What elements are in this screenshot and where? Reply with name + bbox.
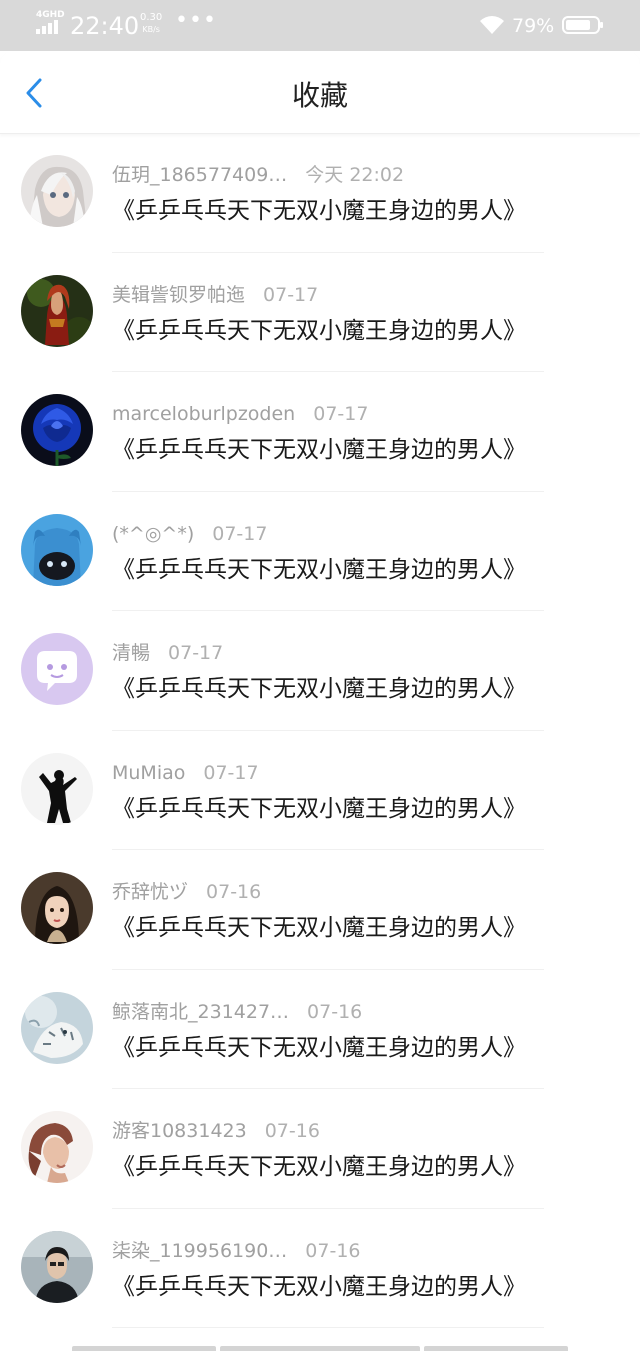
timestamp: 07-16 bbox=[206, 881, 262, 903]
woman-portrait-avatar-image bbox=[21, 872, 93, 944]
favorite-item[interactable]: 柒染_119956190… 07-16 《乒乒乓乓天下无双小魔王身边的男人》 bbox=[0, 1209, 640, 1328]
bottom-tab-stub bbox=[220, 1346, 420, 1351]
white-tiger-avatar-image bbox=[21, 991, 93, 1064]
timestamp: 07-16 bbox=[305, 1239, 361, 1262]
favorite-item[interactable]: 乔辞忧ヅ 07-16 《乒乒乓乓天下无双小魔王身边的男人》 bbox=[0, 850, 640, 970]
clock: 22:40 bbox=[70, 12, 140, 40]
fantasy-warrior-avatar-image bbox=[21, 274, 93, 347]
avatar[interactable] bbox=[21, 1111, 93, 1183]
status-bar: 4GHD 22:40 0.30 KB/s ••• 79% bbox=[0, 0, 640, 51]
favorite-item[interactable]: 美辑訾钡罗帕迤 07-17 《乒乒乓乓天下无双小魔王身边的男人》 bbox=[0, 253, 640, 372]
username: 乔辞忧ヅ bbox=[112, 881, 189, 903]
item-meta: 乔辞忧ヅ 07-16 bbox=[112, 880, 261, 904]
network-speed-unit: KB/s bbox=[142, 25, 160, 34]
signal-icon bbox=[36, 20, 62, 34]
item-meta: 美辑訾钡罗帕迤 07-17 bbox=[112, 283, 318, 307]
favorite-title[interactable]: 《乒乒乓乓天下无双小魔王身边的男人》 bbox=[112, 794, 526, 824]
avatar[interactable] bbox=[21, 155, 93, 227]
favorite-title[interactable]: 《乒乒乓乓天下无双小魔王身边的男人》 bbox=[112, 316, 526, 346]
favorite-item[interactable]: 清暢 07-17 《乒乒乓乓天下无双小魔王身边的男人》 bbox=[0, 611, 640, 731]
username: 柒染_119956190… bbox=[112, 1239, 288, 1262]
avatar[interactable] bbox=[21, 513, 93, 586]
favorite-item[interactable]: MuMiao 07-17 《乒乒乓乓天下无双小魔王身边的男人》 bbox=[0, 731, 640, 850]
silhouette-avatar-image bbox=[21, 752, 93, 825]
username: 伍玥_186577409… bbox=[112, 164, 288, 186]
item-meta: 游客10831423 07-16 bbox=[112, 1119, 320, 1143]
timestamp: 07-17 bbox=[313, 403, 369, 425]
username: 清暢 bbox=[112, 642, 151, 664]
network-speed: 0.30 KB/s bbox=[140, 12, 162, 36]
battery-percent: 79% bbox=[512, 15, 555, 37]
favorite-item[interactable]: 游客10831423 07-16 《乒乒乓乓天下无双小魔王身边的男人》 bbox=[0, 1089, 640, 1209]
item-meta: 伍玥_186577409… 今天 22:02 bbox=[112, 163, 404, 187]
timestamp: 今天 22:02 bbox=[305, 164, 405, 186]
nav-header: 收藏 bbox=[0, 51, 640, 134]
favorite-title[interactable]: 《乒乒乓乓天下无双小魔王身边的男人》 bbox=[112, 1152, 526, 1182]
item-meta: marceloburlpzoden 07-17 bbox=[112, 402, 368, 426]
username: marceloburlpzoden bbox=[112, 403, 296, 425]
item-meta: MuMiao 07-17 bbox=[112, 761, 259, 785]
timestamp: 07-16 bbox=[307, 1000, 363, 1023]
more-notifications-icon: ••• bbox=[175, 8, 217, 33]
timestamp: 07-17 bbox=[203, 761, 259, 784]
favorite-title[interactable]: 《乒乒乓乓天下无双小魔王身边的男人》 bbox=[112, 196, 526, 226]
wifi-icon bbox=[478, 15, 506, 35]
bottom-tab-stub bbox=[72, 1346, 216, 1351]
battery-fill bbox=[566, 20, 590, 30]
item-meta: 鲸落南北_231427… 07-16 bbox=[112, 1000, 362, 1024]
page-title: 收藏 bbox=[291, 79, 348, 112]
network-speed-value: 0.30 bbox=[140, 12, 163, 23]
item-meta: (*^◎^*) 07-17 bbox=[112, 522, 267, 546]
favorites-list: 伍玥_186577409… 今天 22:02 《乒乒乓乓天下无双小魔王身边的男人》美… bbox=[0, 133, 640, 1328]
avatar[interactable] bbox=[21, 752, 93, 825]
blue-cat-avatar-image bbox=[21, 513, 93, 586]
blue-rose-avatar-image bbox=[21, 394, 93, 466]
chat-bubble-default-avatar-image bbox=[21, 633, 93, 705]
favorite-title[interactable]: 《乒乒乓乓天下无双小魔王身边的男人》 bbox=[112, 435, 526, 465]
man-portrait-avatar-image bbox=[21, 1230, 93, 1303]
avatar[interactable] bbox=[21, 872, 93, 944]
woman-profile-avatar-image bbox=[21, 1111, 93, 1183]
favorite-title[interactable]: 《乒乒乓乓天下无双小魔王身边的男人》 bbox=[112, 913, 526, 943]
favorite-title[interactable]: 《乒乒乓乓天下无双小魔王身边的男人》 bbox=[112, 555, 526, 585]
timestamp: 07-17 bbox=[263, 283, 319, 306]
avatar[interactable] bbox=[21, 991, 93, 1064]
timestamp: 07-16 bbox=[264, 1120, 320, 1142]
favorite-title[interactable]: 《乒乒乓乓天下无双小魔王身边的男人》 bbox=[112, 1033, 526, 1063]
avatar[interactable] bbox=[21, 394, 93, 466]
timestamp: 07-17 bbox=[212, 522, 268, 545]
avatar[interactable] bbox=[21, 1230, 93, 1303]
username: 游客10831423 bbox=[112, 1120, 247, 1142]
username: 美辑訾钡罗帕迤 bbox=[112, 283, 246, 306]
network-type: 4GHD bbox=[36, 10, 65, 20]
bottom-tab-stub bbox=[424, 1346, 568, 1351]
item-meta: 柒染_119956190… 07-16 bbox=[112, 1239, 361, 1263]
favorite-item[interactable]: (*^◎^*) 07-17 《乒乒乓乓天下无双小魔王身边的男人》 bbox=[0, 492, 640, 611]
avatar[interactable] bbox=[21, 633, 93, 705]
username: (*^◎^*) bbox=[112, 522, 195, 545]
battery-icon bbox=[562, 16, 603, 34]
avatar[interactable] bbox=[21, 274, 93, 347]
username: 鲸落南北_231427… bbox=[112, 1000, 290, 1023]
favorite-item[interactable]: marceloburlpzoden 07-17 《乒乒乓乓天下无双小魔王身边的男人》 bbox=[0, 372, 640, 492]
anime-character-avatar-image bbox=[21, 155, 93, 227]
timestamp: 07-17 bbox=[168, 642, 224, 664]
divider bbox=[112, 1327, 544, 1328]
favorite-title[interactable]: 《乒乒乓乓天下无双小魔王身边的男人》 bbox=[112, 674, 526, 704]
favorite-item[interactable]: 伍玥_186577409… 今天 22:02 《乒乒乓乓天下无双小魔王身边的男人》 bbox=[0, 133, 640, 253]
favorite-item[interactable]: 鲸落南北_231427… 07-16 《乒乒乓乓天下无双小魔王身边的男人》 bbox=[0, 970, 640, 1089]
item-meta: 清暢 07-17 bbox=[112, 641, 223, 665]
favorite-title[interactable]: 《乒乒乓乓天下无双小魔王身边的男人》 bbox=[112, 1272, 526, 1302]
username: MuMiao bbox=[112, 761, 186, 784]
